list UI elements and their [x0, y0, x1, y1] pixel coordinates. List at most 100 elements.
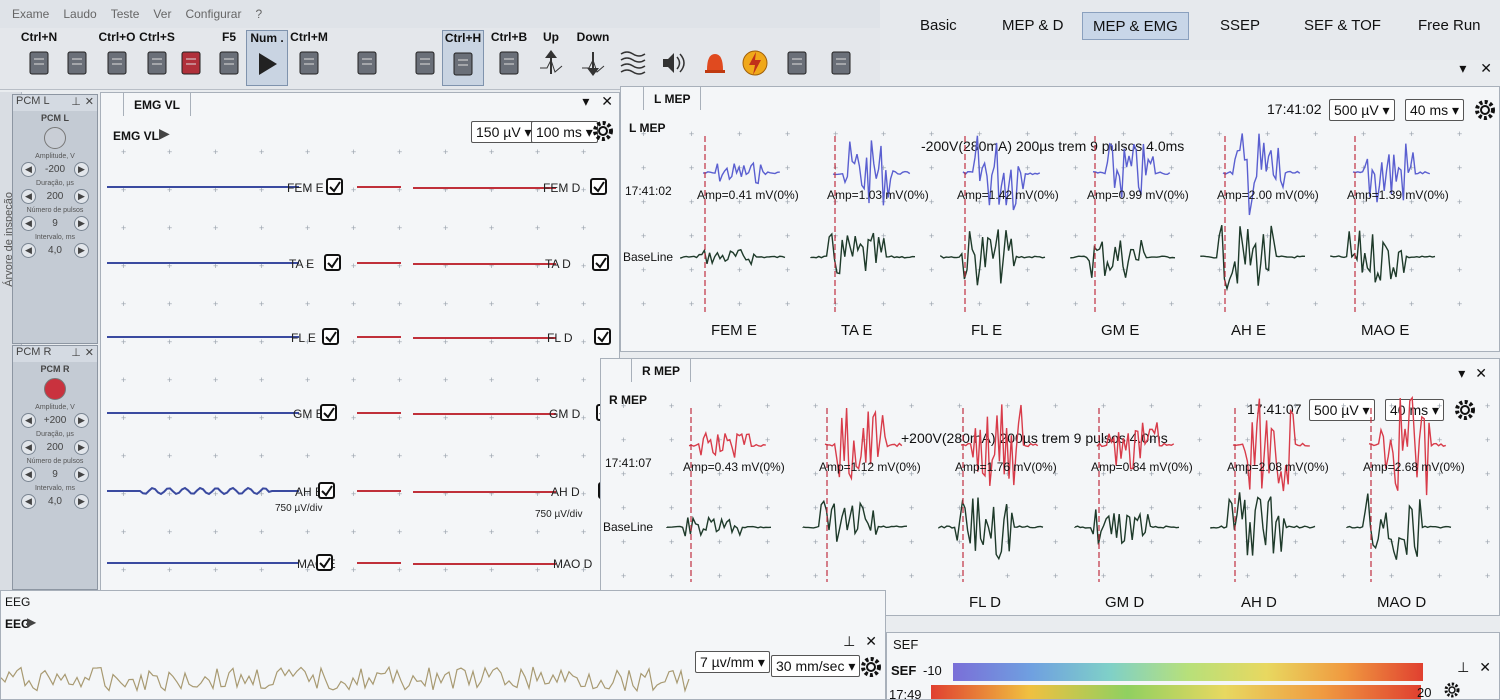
emg-left-channel-checkbox[interactable] — [320, 404, 337, 421]
toolbar-button-16[interactable] — [694, 30, 736, 86]
pin-icon[interactable]: ⊥ — [843, 633, 855, 649]
pcm-field-value[interactable]: 200 — [40, 191, 70, 202]
menu-item[interactable]: Ver — [153, 7, 171, 21]
grid-dot: + — [213, 337, 218, 347]
mode-tab-2[interactable]: MEP & EMG — [1082, 12, 1189, 40]
grid-dot: + — [641, 231, 646, 241]
eeg-settings-gear-icon[interactable] — [859, 655, 883, 679]
dropdown-arrow-icon[interactable]: ▾ — [1459, 60, 1466, 76]
toolbar-button-10[interactable]: Ctrl+H — [442, 30, 484, 86]
grid-dot: + — [1341, 537, 1346, 547]
close-icon[interactable]: ✕ — [1479, 659, 1491, 675]
toolbar-button-8[interactable] — [346, 30, 388, 86]
increment-button[interactable]: ▶ — [74, 162, 89, 177]
toolbar-button-0[interactable]: Ctrl+N — [18, 30, 60, 86]
pcm-field-value[interactable]: 4,0 — [40, 496, 70, 507]
pcm-field-value[interactable]: +200 — [40, 415, 70, 426]
toolbar-button-1[interactable] — [56, 30, 98, 86]
menu-item[interactable]: Exame — [12, 7, 49, 21]
muscle-label: TA E — [841, 322, 872, 339]
decrement-button[interactable]: ◀ — [21, 494, 36, 509]
grid-dot: + — [443, 185, 448, 195]
emg-right-channel-checkbox[interactable] — [590, 178, 607, 195]
close-icon[interactable]: ✕ — [85, 347, 94, 359]
mode-tab-4[interactable]: SEF & TOF — [1294, 12, 1391, 40]
menu-item[interactable]: Configurar — [185, 7, 241, 21]
mep-baseline-trace — [1330, 230, 1436, 283]
play-icon[interactable]: ▶ — [27, 615, 36, 629]
grid-dot: + — [929, 231, 934, 241]
tab-emg-vl[interactable]: EMG VL — [123, 92, 192, 116]
emg-right-channel-checkbox[interactable] — [594, 328, 611, 345]
close-icon[interactable]: ✕ — [601, 93, 613, 109]
emg-right-channel-checkbox[interactable] — [592, 254, 609, 271]
grid-dot: + — [641, 197, 646, 207]
emg-timebase-select[interactable]: 100 ms ▾ — [531, 121, 598, 143]
mode-tab-3[interactable]: SSEP — [1210, 12, 1270, 40]
decrement-button[interactable]: ◀ — [21, 440, 36, 455]
grid-dot: + — [929, 265, 934, 275]
mode-tab-1[interactable]: MEP & D — [992, 12, 1073, 40]
pin-icon[interactable]: ⊥ — [71, 96, 81, 108]
increment-button[interactable]: ▶ — [74, 467, 89, 482]
pcm-field-value[interactable]: 200 — [40, 442, 70, 453]
pcm-field-value[interactable]: 9 — [40, 469, 70, 480]
pcm-field-value[interactable]: 4,0 — [40, 245, 70, 256]
pcm-field-value[interactable]: 9 — [40, 218, 70, 229]
play-icon[interactable]: ▶ — [159, 125, 170, 142]
increment-button[interactable]: ▶ — [74, 413, 89, 428]
muscle-label: MAO D — [1377, 594, 1426, 611]
toolbar-button-14[interactable] — [612, 30, 654, 86]
toolbar-button-6[interactable]: Num . — [246, 30, 288, 86]
emg-left-channel-checkbox[interactable] — [318, 482, 335, 499]
toolbar-button-7[interactable]: Ctrl+M — [288, 30, 330, 86]
toolbar-button-18[interactable] — [776, 30, 818, 86]
mode-tab-5[interactable]: Free Run — [1408, 12, 1491, 40]
emg-gain-select[interactable]: 150 µV ▾ — [471, 121, 537, 143]
pcm-field-value[interactable]: -200 — [40, 164, 70, 175]
emg-settings-gear-icon[interactable] — [591, 119, 615, 143]
increment-button[interactable]: ▶ — [74, 440, 89, 455]
eeg-speed-select[interactable]: 30 mm/sec ▾ — [771, 655, 861, 677]
decrement-button[interactable]: ◀ — [21, 413, 36, 428]
toolbar-button-12[interactable]: Up — [530, 30, 572, 86]
dropdown-arrow-icon[interactable]: ▾ — [582, 93, 589, 109]
eeg-gain-select[interactable]: 7 µv/mm ▾ — [695, 651, 770, 673]
menu-item[interactable]: Laudo — [63, 7, 96, 21]
sef-settings-gear-icon[interactable] — [1443, 681, 1461, 699]
toolbar-button-19[interactable] — [820, 30, 862, 86]
increment-button[interactable]: ▶ — [74, 494, 89, 509]
decrement-button[interactable]: ◀ — [21, 243, 36, 258]
grid-dot: + — [581, 337, 586, 347]
emg-left-channel-checkbox[interactable] — [326, 178, 343, 195]
pin-icon[interactable]: ⊥ — [1457, 659, 1469, 675]
close-icon[interactable]: ✕ — [85, 96, 94, 108]
toolbar-button-13[interactable]: Down — [572, 30, 614, 86]
increment-button[interactable]: ▶ — [74, 243, 89, 258]
close-icon[interactable]: ✕ — [1480, 60, 1492, 76]
grid-dot: + — [717, 401, 722, 411]
toolbar-button-2[interactable]: Ctrl+O — [96, 30, 138, 86]
decrement-button[interactable]: ◀ — [21, 189, 36, 204]
menu-item[interactable]: Teste — [111, 7, 140, 21]
toolbar-button-5[interactable]: F5 — [208, 30, 250, 86]
menu-item[interactable]: ? — [255, 7, 262, 21]
tab-sef[interactable]: SEF — [893, 637, 918, 652]
pin-icon[interactable]: ⊥ — [71, 347, 81, 359]
emg-left-channel-checkbox[interactable] — [324, 254, 341, 271]
increment-button[interactable]: ▶ — [74, 216, 89, 231]
close-icon[interactable]: ✕ — [865, 633, 877, 649]
increment-button[interactable]: ▶ — [74, 189, 89, 204]
toolbar-button-11[interactable]: Ctrl+B — [488, 30, 530, 86]
decrement-button[interactable]: ◀ — [21, 467, 36, 482]
mode-tab-0[interactable]: Basic — [910, 12, 967, 40]
toolbar-button-17[interactable] — [734, 30, 776, 86]
toolbar-button-15[interactable] — [652, 30, 694, 86]
toolbar-button-9[interactable] — [404, 30, 446, 86]
emg-left-channel-checkbox[interactable] — [322, 328, 339, 345]
decrement-button[interactable]: ◀ — [21, 162, 36, 177]
toolbar-button-4[interactable] — [170, 30, 212, 86]
emg-right-channel-label: FEM D — [543, 181, 581, 195]
emg-left-channel-checkbox[interactable] — [316, 554, 333, 571]
decrement-button[interactable]: ◀ — [21, 216, 36, 231]
